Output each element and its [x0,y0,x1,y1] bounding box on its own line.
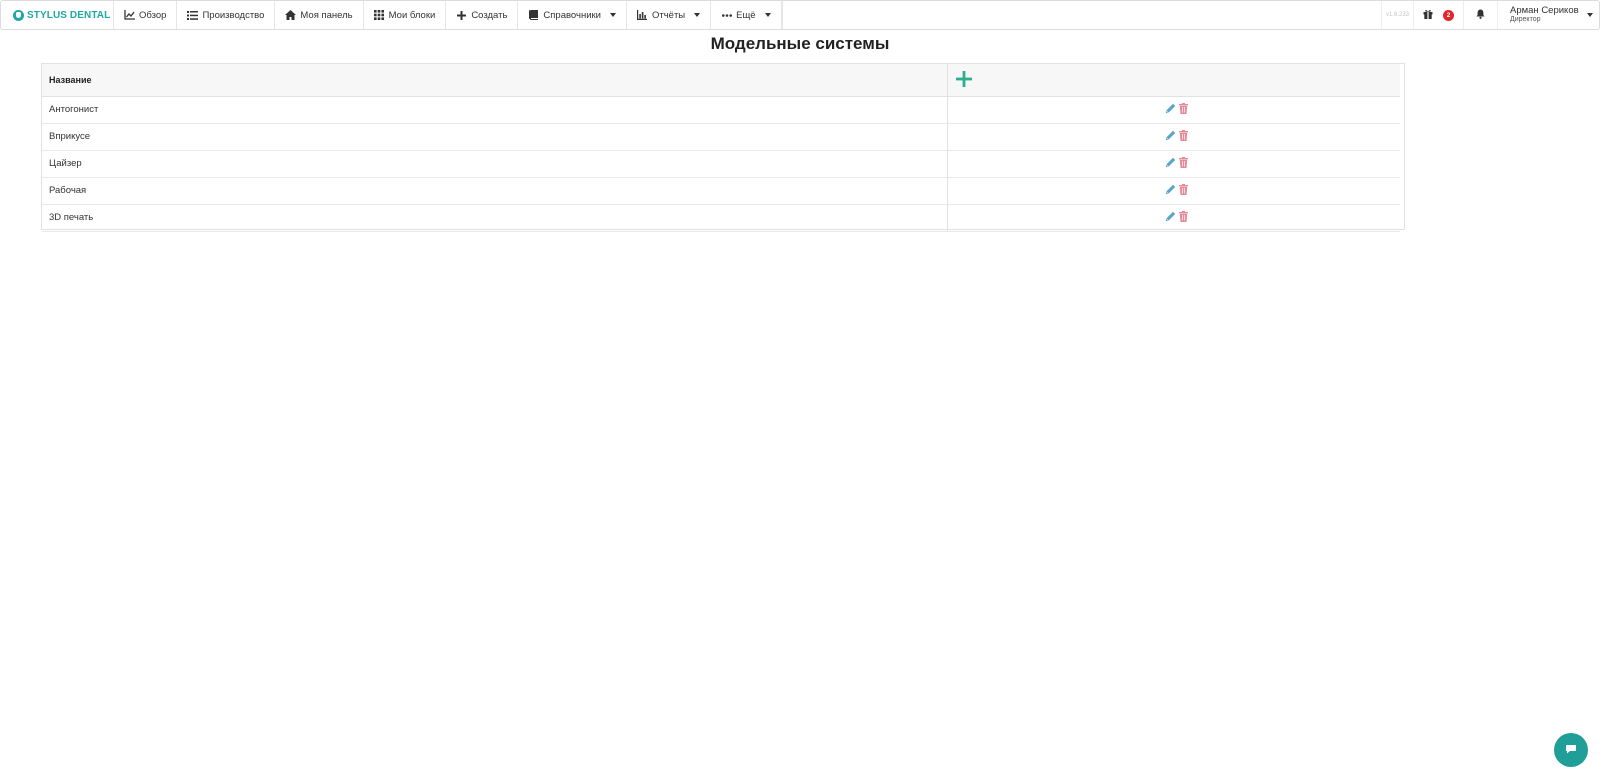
edit-pencil-icon[interactable] [1165,211,1176,222]
table-row: 3D печать [42,204,1400,232]
nav-separator [781,1,783,29]
row-name-cell: Рабочая [42,177,947,205]
brand-logo-link[interactable]: STYLUS DENTAL [1,1,114,29]
nav-right-group: v1.6.233 2 Арман Сериков Директор [1381,1,1599,29]
list-icon [187,10,199,21]
add-item-button[interactable] [955,70,972,87]
row-actions-cell [946,204,1400,232]
nav-item-my-blocks[interactable]: Мои блоки [364,1,447,29]
delete-trash-icon[interactable] [1179,183,1189,195]
row-actions-cell [946,96,1400,124]
row-name-cell: Вприкусе [42,123,947,151]
nav-item-label: Справочники [543,9,601,21]
nav-item-label: Отчёты [651,9,686,21]
table-row: Цайзер [42,150,1400,178]
chart-line-icon [124,10,135,21]
edit-pencil-icon[interactable] [1165,184,1176,195]
row-name-cell: Цайзер [42,150,947,178]
row-actions-cell [946,150,1400,178]
chat-widget-button[interactable] [1554,733,1588,767]
nav-item-label: Мои блоки [388,9,436,21]
chevron-down-icon [764,13,771,17]
user-role: Директор [1510,16,1541,24]
user-info: Арман Сериков Директор [1510,6,1579,23]
book-icon [528,10,539,21]
nav-item-create[interactable]: Создать [446,1,519,29]
brand-name: STYLUS DENTAL [27,9,111,21]
row-actions-cell [946,123,1400,151]
nav-item-references[interactable]: Справочники [518,1,627,29]
table-row: Антогонист [42,96,1400,124]
page-title: Модельные системы [710,34,890,53]
row-name-cell: Антогонист [42,96,947,124]
home-icon [285,10,297,21]
nav-item-more[interactable]: Ещё [711,1,782,29]
table-header-row: Название [42,64,1400,97]
model-systems-table-container: Название Антогонист Вприкусе Цайзер Рабо… [41,63,1405,232]
bar-chart-icon [637,10,648,21]
delete-trash-icon[interactable] [1179,102,1189,114]
plus-icon [456,10,467,21]
notification-count-badge: 2 [1443,9,1454,21]
top-navbar: STYLUS DENTAL Обзор Производство Моя пан… [0,0,1600,30]
tooth-logo-icon [13,9,24,21]
delete-trash-icon[interactable] [1179,129,1189,141]
chevron-down-icon [609,13,616,17]
user-menu[interactable]: Арман Сериков Директор [1497,1,1599,29]
nav-item-my-panel[interactable]: Моя панель [275,1,364,29]
nav-item-reports[interactable]: Отчёты [627,1,712,29]
nav-item-label: Моя панель [300,9,353,21]
edit-pencil-icon[interactable] [1165,130,1176,141]
edit-pencil-icon[interactable] [1165,103,1176,114]
grid-icon [374,10,385,21]
plus-icon [955,70,972,87]
row-actions-cell [946,177,1400,205]
chat-bubble-icon [1565,741,1577,759]
bell-icon [1476,6,1485,24]
chevron-down-icon [694,13,701,17]
delete-trash-icon[interactable] [1179,210,1189,222]
nav-item-label: Производство [202,9,265,21]
edit-pencil-icon[interactable] [1165,157,1176,168]
row-name-cell: 3D печать [42,204,947,232]
nav-item-label: Ещё [736,9,756,21]
ellipsis-icon [721,10,732,21]
gift-icon [1423,6,1433,24]
column-header-actions [946,64,1400,97]
nav-item-overview[interactable]: Обзор [114,1,178,29]
nav-item-production[interactable]: Производство [177,1,276,29]
chevron-down-icon [1586,13,1593,17]
user-name: Арман Сериков [1510,5,1579,17]
table-row: Вприкусе [42,123,1400,151]
delete-trash-icon[interactable] [1179,156,1189,168]
model-systems-table: Название Антогонист Вприкусе Цайзер Рабо… [42,64,1400,232]
nav-item-label: Обзор [139,9,167,21]
notifications-button[interactable] [1463,1,1497,29]
column-header-name: Название [42,64,947,97]
gift-button[interactable]: 2 [1413,1,1463,29]
app-version: v1.6.233 [1381,1,1413,29]
nav-item-label: Создать [471,9,508,21]
table-row: Рабочая [42,177,1400,205]
